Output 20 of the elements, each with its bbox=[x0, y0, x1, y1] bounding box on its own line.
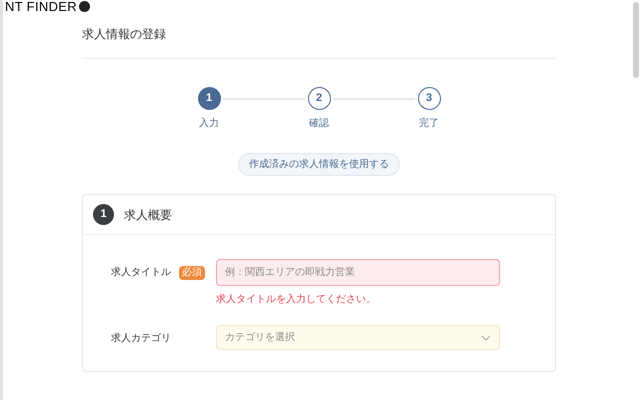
error-message: 求人タイトルを入力してください。 bbox=[216, 292, 377, 307]
input-field[interactable]: 例：関西エリアの即戦力営業 bbox=[216, 259, 500, 286]
section-number: 1 bbox=[93, 204, 114, 225]
step-number: 2 bbox=[308, 87, 330, 110]
page-title: 求人情報の登録 bbox=[82, 26, 167, 43]
field-label: 求人カテゴリ bbox=[111, 332, 171, 346]
reuse-button[interactable]: 作成済みの求人情報を使用する bbox=[238, 153, 400, 176]
select-field[interactable]: カテゴリを選択 bbox=[216, 325, 500, 350]
logo-mark-icon bbox=[79, 1, 90, 12]
required-badge: 必須 bbox=[179, 266, 205, 280]
field-label: 求人タイトル bbox=[111, 266, 171, 280]
step-label: 入力 bbox=[199, 116, 219, 131]
step-number: 1 bbox=[198, 87, 220, 110]
step-label: 確認 bbox=[309, 116, 329, 131]
logo: NT FINDER bbox=[5, 0, 78, 14]
step-label: 完了 bbox=[419, 116, 439, 131]
chevron-down-icon bbox=[481, 334, 491, 340]
step-number: 3 bbox=[418, 87, 440, 110]
scrollbar[interactable] bbox=[633, 2, 639, 78]
section-title: 求人概要 bbox=[124, 206, 172, 224]
